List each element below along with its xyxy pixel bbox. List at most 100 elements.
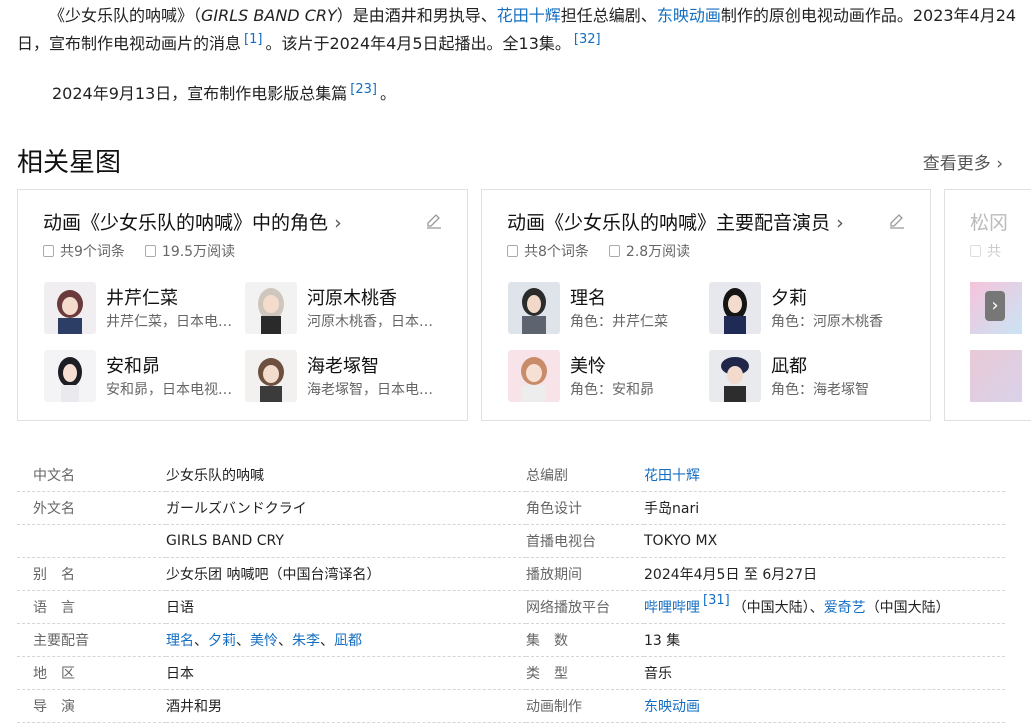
person-name: 海老塚智 xyxy=(307,356,379,377)
reference-link[interactable]: [23] xyxy=(350,82,377,97)
person-item[interactable]: 美怜 角色：安和昴 xyxy=(508,350,708,404)
info-key: 别 名 xyxy=(17,557,166,591)
voice-actor-link[interactable]: 朱李 xyxy=(292,633,320,649)
person-desc: 角色：河原木桃香 xyxy=(771,314,883,330)
reference-link[interactable]: [1] xyxy=(244,32,262,47)
separator: 、 xyxy=(236,633,250,649)
info-key: 网络播放平台 xyxy=(526,590,644,624)
relation-card-characters[interactable]: 动画《少女乐队的呐喊》中的角色 › 共9个词条 19.5万阅读 井芹仁菜 井芹仁… xyxy=(17,189,468,421)
person-name: 理名 xyxy=(570,288,606,309)
person-name: 美怜 xyxy=(570,356,606,377)
table-row: 中文名 少女乐队的呐喊 总编剧 花田十辉 xyxy=(17,459,1005,492)
person-item[interactable]: 安和昴 安和昴，日本电视动画 xyxy=(44,350,244,404)
card-title[interactable]: 松冈 xyxy=(970,208,1008,235)
person-item[interactable]: 夕莉 角色：河原木桃香 xyxy=(709,282,909,336)
info-key: 角色设计 xyxy=(526,491,644,525)
info-key: 首播电视台 xyxy=(526,524,644,558)
card-title-text: 动画《少女乐队的呐喊》主要配音演员 xyxy=(507,212,831,234)
person-item[interactable]: 理名 角色：井芹仁菜 xyxy=(508,282,708,336)
reference-link[interactable]: [31] xyxy=(703,593,730,608)
carousel-next-button[interactable]: › xyxy=(985,291,1005,321)
info-key: 类 型 xyxy=(526,656,644,690)
entries-icon xyxy=(43,245,54,257)
person-desc: 河原木桃香，日本电视动画 xyxy=(307,314,445,330)
person-desc: 角色：海老塚智 xyxy=(771,382,869,398)
info-key: 播放期间 xyxy=(526,557,644,591)
chevron-right-icon: › xyxy=(991,295,999,316)
table-row: GIRLS BAND CRY 首播电视台 TOKYO MX xyxy=(17,524,1005,558)
avatar xyxy=(508,282,560,334)
person-desc: 角色：井芹仁菜 xyxy=(570,314,668,330)
person-item[interactable]: 海老塚智 海老塚智，日本电视动画 xyxy=(245,350,445,404)
voice-actor-link[interactable]: 夕莉 xyxy=(208,633,236,649)
avatar xyxy=(709,282,761,334)
intro-paragraph: 《少女乐队的呐喊》（GIRLS BAND CRY）是由酒井和男执导、花田十辉担任… xyxy=(17,2,1017,58)
info-value: 哔哩哔哩 [31] （中国大陆）、爱奇艺（中国大陆） xyxy=(644,590,1005,624)
card-title[interactable]: 动画《少女乐队的呐喊》中的角色 › xyxy=(43,208,342,235)
info-value: GIRLS BAND CRY xyxy=(166,524,526,558)
iqiyi-link[interactable]: 爱奇艺 xyxy=(824,600,866,616)
edit-icon[interactable] xyxy=(888,212,906,230)
card-meta: 共8个词条 2.8万阅读 xyxy=(507,241,690,261)
person-name: 井芹仁菜 xyxy=(106,288,178,309)
intro-text: 担任总编剧、 xyxy=(560,6,657,25)
person-desc: 井芹仁菜，日本电视动画 xyxy=(106,314,244,330)
studio-link[interactable]: 东映动画 xyxy=(657,6,721,25)
intro-text: 。 xyxy=(379,84,396,103)
separator: 、 xyxy=(278,633,292,649)
voice-actor-link[interactable]: 美怜 xyxy=(250,633,278,649)
person-item[interactable]: 河原木桃香 河原木桃香，日本电视动画 xyxy=(245,282,445,336)
intro-text: 《少女乐队的呐喊》（ xyxy=(49,6,202,25)
person-item[interactable]: 井芹仁菜 井芹仁菜，日本电视动画 xyxy=(44,282,244,336)
voice-actor-link[interactable]: 理名 xyxy=(166,633,194,649)
info-value: 音乐 xyxy=(644,656,1005,690)
info-value: 少女乐队的呐喊 xyxy=(166,459,526,492)
relation-card-voice-actors[interactable]: 动画《少女乐队的呐喊》主要配音演员 › 共8个词条 2.8万阅读 理名 角色：井… xyxy=(481,189,931,421)
bilibili-link[interactable]: 哔哩哔哩 xyxy=(644,600,700,616)
info-text: （中国大陆） xyxy=(865,600,950,616)
table-row: 主要配音 理名、夕莉、美怜、朱李、凪都 集 数 13 集 xyxy=(17,623,1005,657)
info-value: 日语 xyxy=(166,590,526,624)
info-value: ガールズバンドクライ xyxy=(166,491,526,525)
info-key: 语 言 xyxy=(17,590,166,624)
info-key: 动画制作 xyxy=(526,689,644,723)
person-name: 凪都 xyxy=(771,356,807,377)
info-key: 外文名 xyxy=(17,491,166,525)
info-value: 理名、夕莉、美怜、朱李、凪都 xyxy=(166,623,526,657)
table-row: 语 言 日语 网络播放平台 哔哩哔哩 [31] （中国大陆）、爱奇艺（中国大陆） xyxy=(17,590,1005,624)
person-item[interactable]: 凪都 角色：海老塚智 xyxy=(709,350,909,404)
person-name: 安和昴 xyxy=(106,356,160,377)
studio-link[interactable]: 东映动画 xyxy=(644,699,700,715)
chevron-right-icon: › xyxy=(836,212,844,234)
info-key: 中文名 xyxy=(17,459,166,492)
english-title: GIRLS BAND CRY xyxy=(201,6,337,25)
info-value: TOKYO MX xyxy=(644,524,1005,558)
intro-text: 。该片于2024年4月5日起播出。全13集。 xyxy=(265,34,571,53)
info-key: 地 区 xyxy=(17,656,166,690)
read-count: 19.5万阅读 xyxy=(161,244,236,260)
table-row: 导 演 酒井和男 动画制作 东映动画 xyxy=(17,689,1005,723)
person-name: 夕莉 xyxy=(771,288,807,309)
entry-count: 共9个词条 xyxy=(60,244,125,260)
person-desc: 角色：安和昴 xyxy=(570,382,654,398)
info-key: 集 数 xyxy=(526,623,644,657)
table-row: 别 名 少女乐团 呐喊吧（中国台湾译名） 播放期间 2024年4月5日 至 6月… xyxy=(17,557,1005,591)
intro-text: 2024年9月13日，宣布制作电影版总集篇 xyxy=(52,84,348,103)
info-value: 手岛nari xyxy=(644,491,1005,525)
card-title[interactable]: 动画《少女乐队的呐喊》主要配音演员 › xyxy=(507,208,844,235)
info-value: 13 集 xyxy=(644,623,1005,657)
reference-link[interactable]: [32] xyxy=(574,32,601,47)
read-count: 2.8万阅读 xyxy=(625,244,691,260)
info-key: 导 演 xyxy=(17,689,166,723)
writer-link[interactable]: 花田十辉 xyxy=(644,468,700,484)
book-icon xyxy=(144,245,156,257)
book-icon xyxy=(608,245,620,257)
info-key xyxy=(17,524,166,558)
table-row: 地 区 日本 类 型 音乐 xyxy=(17,656,1005,690)
voice-actor-link[interactable]: 凪都 xyxy=(334,633,362,649)
edit-icon[interactable] xyxy=(425,212,443,230)
entries-icon xyxy=(507,245,518,257)
card-meta: 共9个词条 19.5万阅读 xyxy=(43,241,235,261)
view-more-link[interactable]: 查看更多 › xyxy=(923,149,1003,174)
writer-link[interactable]: 花田十辉 xyxy=(497,6,561,25)
